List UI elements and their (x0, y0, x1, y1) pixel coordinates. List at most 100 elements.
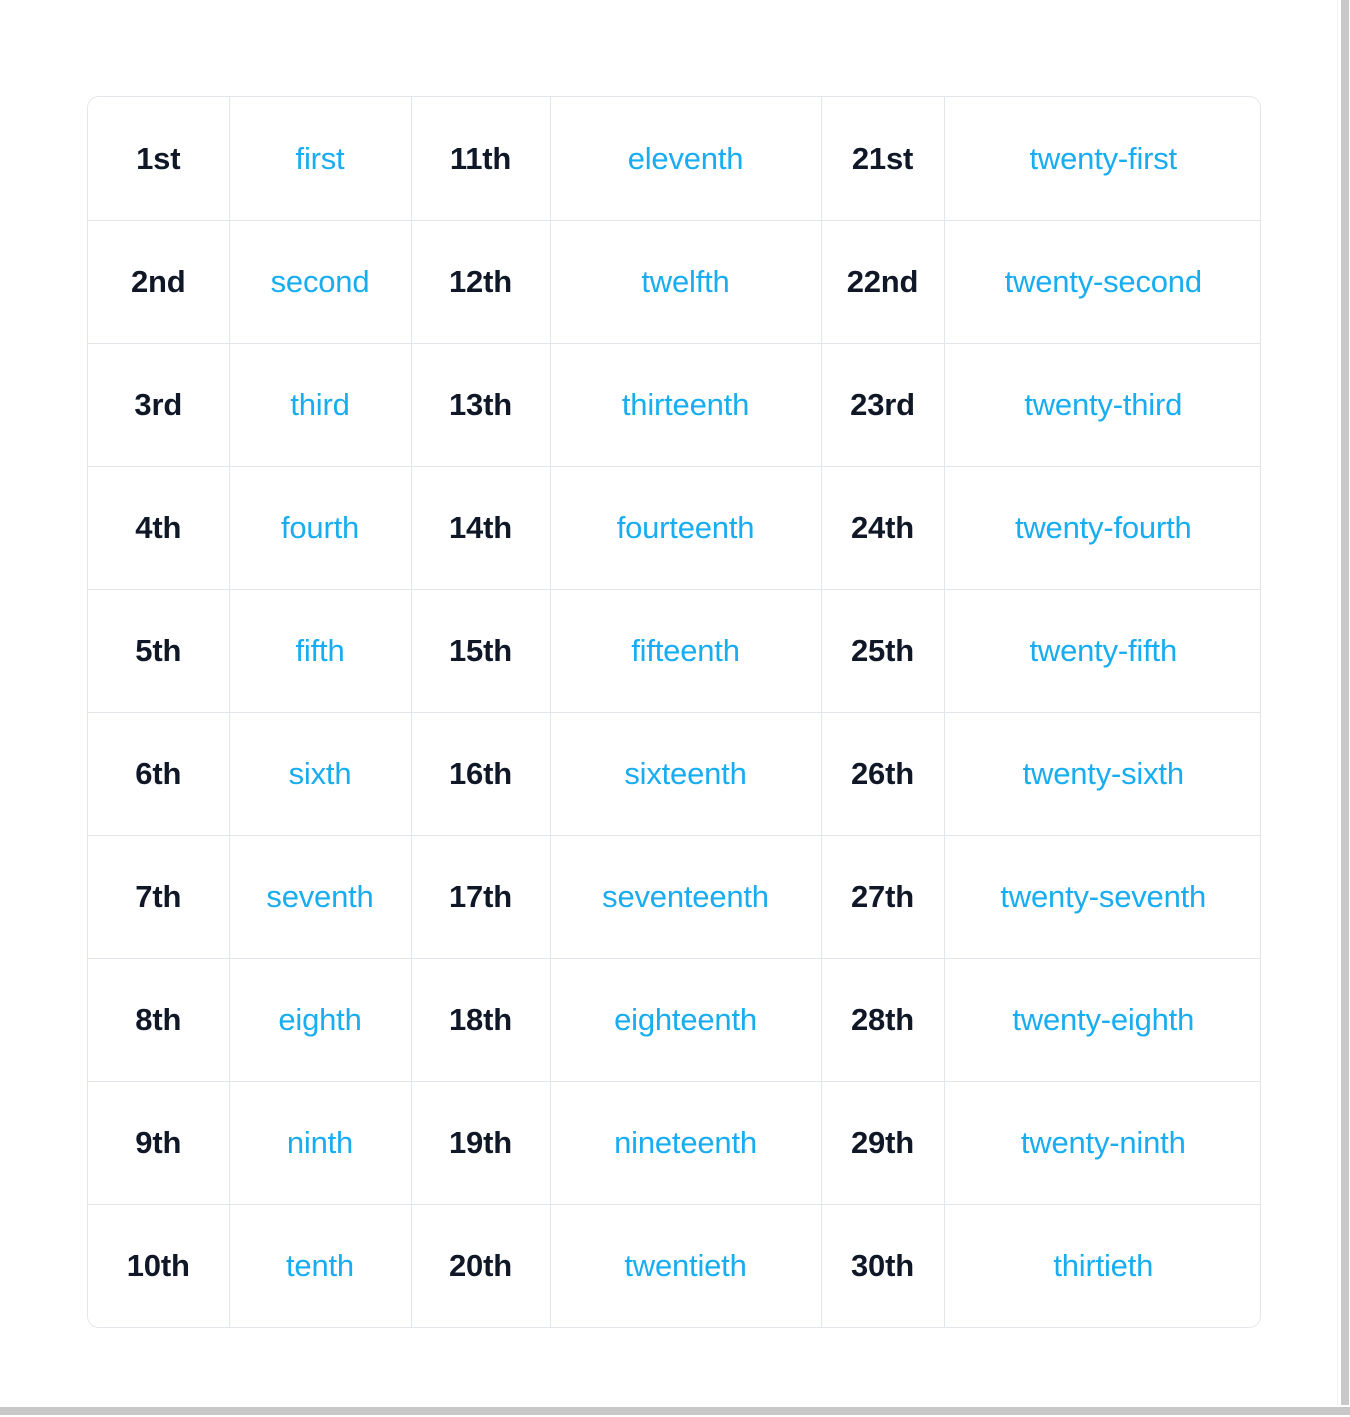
ordinal-numeral-cell: 20th (411, 1204, 551, 1327)
ordinal-word-cell: twenty-ninth (944, 1081, 1260, 1205)
horizontal-scrollbar-thumb[interactable] (0, 1407, 1350, 1415)
ordinal-word-cell: thirteenth (550, 343, 822, 467)
vertical-scrollbar[interactable] (1337, 0, 1350, 1405)
ordinal-word-text: twelfth (641, 264, 730, 299)
ordinal-numeral-cell: 29th (821, 1081, 945, 1205)
ordinal-numeral-text: 30th (851, 1248, 914, 1284)
ordinal-numeral-text: 25th (851, 633, 914, 668)
ordinal-word-text: twenty-second (1004, 264, 1202, 299)
ordinal-word-text: second (270, 264, 370, 299)
ordinal-word-cell: nineteenth (550, 1081, 822, 1205)
ordinal-numeral-cell: 11th (411, 97, 551, 221)
ordinal-numeral-text: 6th (135, 756, 182, 791)
ordinal-word-text: twenty-ninth (1020, 1125, 1186, 1160)
ordinal-numeral-cell: 8th (88, 958, 230, 1082)
table-row: 5th fifth 15th fifteenth 25th twenty-fifth (88, 589, 1260, 713)
ordinal-word-text: eighth (278, 1002, 362, 1037)
ordinal-word-text: seventeenth (602, 879, 769, 914)
ordinal-word-cell: fifth (229, 589, 412, 713)
ordinal-word-cell: twenty-eighth (944, 958, 1260, 1082)
ordinal-numeral-cell: 10th (88, 1204, 230, 1327)
ordinal-numeral-text: 26th (851, 756, 914, 791)
ordinal-word-text: sixteenth (624, 756, 747, 791)
table-row: 2nd second 12th twelfth 22nd twenty-second (88, 220, 1260, 344)
ordinal-numeral-text: 13th (449, 387, 512, 422)
ordinal-grid: 1st first 11th eleventh 21st twenty-first 2nd s… (88, 97, 1260, 1327)
ordinal-word-text: twenty-first (1029, 140, 1178, 176)
ordinal-word-text: twentieth (624, 1248, 747, 1284)
ordinal-word-text: twenty-fourth (1014, 510, 1192, 545)
ordinal-word-cell: sixth (229, 712, 412, 836)
ordinal-word-cell: thirtieth (944, 1204, 1260, 1327)
ordinal-word-cell: twenty-fifth (944, 589, 1260, 713)
ordinal-word-text: twenty-sixth (1022, 756, 1184, 791)
ordinal-word-text: first (295, 140, 345, 176)
page-canvas: 1st first 11th eleventh 21st twenty-first 2nd s… (0, 0, 1350, 1417)
ordinal-word-cell: seventh (229, 835, 412, 959)
ordinal-numeral-cell: 21st (821, 97, 945, 221)
ordinal-numeral-text: 4th (135, 510, 182, 545)
ordinal-word-cell: fourth (229, 466, 412, 590)
ordinal-word-text: thirteenth (621, 387, 750, 422)
ordinal-word-cell: twenty-fourth (944, 466, 1260, 590)
ordinal-word-cell: ninth (229, 1081, 412, 1205)
ordinal-numeral-cell: 22nd (821, 220, 945, 344)
ordinal-numeral-text: 24th (851, 510, 914, 545)
ordinal-numeral-cell: 14th (411, 466, 551, 590)
ordinal-numeral-text: 7th (135, 879, 182, 914)
ordinal-numeral-cell: 6th (88, 712, 230, 836)
ordinal-numeral-text: 21st (851, 140, 914, 176)
ordinal-word-text: twenty-fifth (1029, 633, 1178, 668)
ordinal-numeral-text: 18th (449, 1002, 512, 1037)
ordinal-numeral-cell: 26th (821, 712, 945, 836)
horizontal-scrollbar[interactable] (0, 1405, 1350, 1417)
ordinal-numeral-cell: 27th (821, 835, 945, 959)
ordinal-numeral-cell: 1st (88, 97, 230, 221)
ordinal-numeral-text: 23rd (850, 387, 915, 422)
ordinal-numeral-cell: 3rd (88, 343, 230, 467)
table-row: 6th sixth 16th sixteenth 26th twenty-sixth (88, 712, 1260, 836)
ordinal-numeral-text: 28th (851, 1002, 914, 1037)
ordinal-numeral-text: 8th (135, 1002, 182, 1037)
ordinal-numeral-cell: 9th (88, 1081, 230, 1205)
ordinal-numeral-text: 1st (136, 140, 181, 176)
ordinal-numeral-cell: 13th (411, 343, 551, 467)
ordinal-numeral-cell: 23rd (821, 343, 945, 467)
table-row: 7th seventh 17th seventeenth 27th twenty-seve… (88, 835, 1260, 959)
table-row: 3rd third 13th thirteenth 23rd twenty-third (88, 343, 1260, 467)
ordinal-word-cell: sixteenth (550, 712, 822, 836)
ordinal-numeral-cell: 16th (411, 712, 551, 836)
ordinal-word-cell: second (229, 220, 412, 344)
ordinal-numeral-text: 2nd (130, 264, 186, 299)
ordinal-numeral-text: 9th (135, 1125, 182, 1160)
ordinal-word-text: twenty-seventh (1000, 879, 1207, 914)
ordinal-numeral-cell: 18th (411, 958, 551, 1082)
ordinal-word-text: seventh (266, 879, 374, 914)
ordinal-numeral-text: 3rd (134, 387, 183, 422)
ordinal-numeral-cell: 17th (411, 835, 551, 959)
ordinal-word-cell: eighth (229, 958, 412, 1082)
ordinal-numeral-cell: 4th (88, 466, 230, 590)
ordinal-numeral-cell: 5th (88, 589, 230, 713)
ordinal-word-text: twenty-third (1024, 387, 1183, 422)
ordinal-numeral-text: 19th (449, 1125, 512, 1160)
ordinal-numeral-text: 5th (135, 633, 182, 668)
ordinal-word-cell: first (229, 97, 412, 221)
ordinal-numeral-text: 15th (449, 633, 512, 668)
ordinal-numeral-text: 27th (851, 879, 914, 914)
ordinal-word-text: third (290, 387, 350, 422)
ordinal-word-text: fifth (295, 633, 345, 668)
vertical-scrollbar-thumb[interactable] (1341, 0, 1349, 1405)
ordinal-word-text: fourth (280, 510, 360, 545)
ordinal-grid-body: 1st first 11th eleventh 21st twenty-first 2nd s… (88, 97, 1260, 1327)
ordinal-word-cell: twenty-sixth (944, 712, 1260, 836)
table-row: 9th ninth 19th nineteenth 29th twenty-ninth (88, 1081, 1260, 1205)
ordinal-word-cell: fourteenth (550, 466, 822, 590)
ordinal-numeral-text: 16th (449, 756, 512, 791)
ordinal-numeral-text: 22nd (846, 264, 919, 299)
ordinal-numeral-text: 10th (126, 1248, 190, 1284)
ordinal-numeral-text: 14th (449, 510, 512, 545)
ordinal-word-cell: fifteenth (550, 589, 822, 713)
ordinal-numeral-cell: 24th (821, 466, 945, 590)
ordinal-word-text: fourteenth (616, 510, 755, 545)
